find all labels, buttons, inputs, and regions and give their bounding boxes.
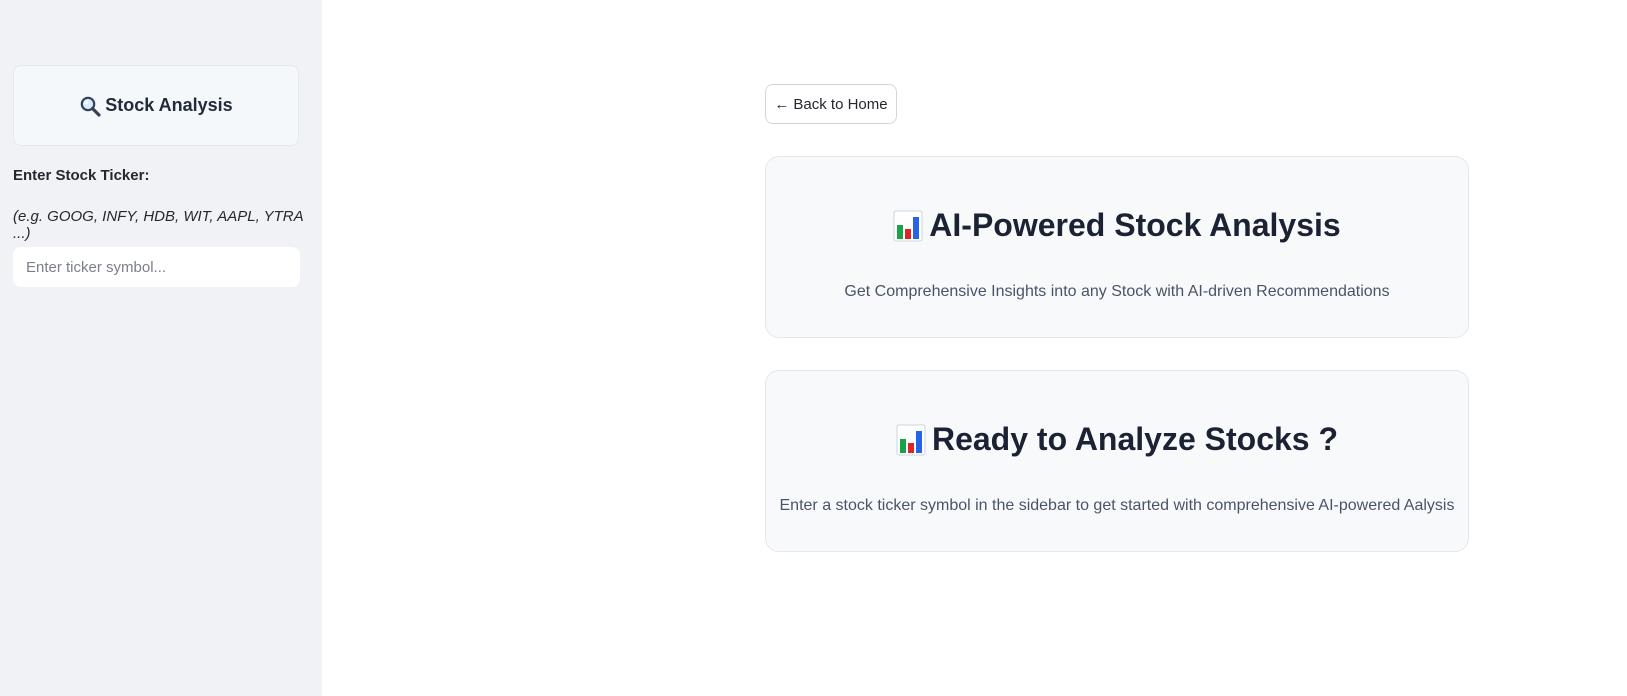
back-button-label: Back to Home (793, 95, 888, 113)
hero-card: AI-Powered Stock Analysis Get Comprehens… (765, 156, 1469, 338)
hero-heading: AI-Powered Stock Analysis (766, 207, 1468, 244)
hero-subtitle: Get Comprehensive Insights into any Stoc… (844, 283, 1390, 300)
sidebar-title: Stock Analysis (105, 95, 233, 115)
search-icon (79, 95, 101, 117)
ticker-hint: (e.g. GOOG, INFY, HDB, WIT, AAPL, YTRA .… (13, 208, 304, 242)
sidebar-header-card: Stock Analysis (13, 65, 299, 146)
ticker-label: Enter Stock Ticker: (13, 167, 150, 184)
ready-title: Ready to Analyze Stocks ? (931, 421, 1339, 457)
app-root: Stock Analysis Enter Stock Ticker: (e.g.… (0, 0, 1627, 696)
sidebar: Stock Analysis Enter Stock Ticker: (e.g.… (0, 0, 322, 696)
ready-subtitle: Enter a stock ticker symbol in the sideb… (779, 497, 1455, 514)
back-to-home-button[interactable]: ← Back to Home (765, 84, 897, 124)
ready-heading: Ready to Analyze Stocks ? (766, 421, 1468, 458)
hero-title: AI-Powered Stock Analysis (929, 207, 1341, 243)
bar-chart-icon (893, 210, 923, 242)
ticker-input[interactable] (13, 247, 300, 287)
bar-chart-icon (896, 424, 926, 456)
ready-card: Ready to Analyze Stocks ? Enter a stock … (765, 370, 1469, 552)
back-arrow-icon: ← (774, 95, 790, 113)
